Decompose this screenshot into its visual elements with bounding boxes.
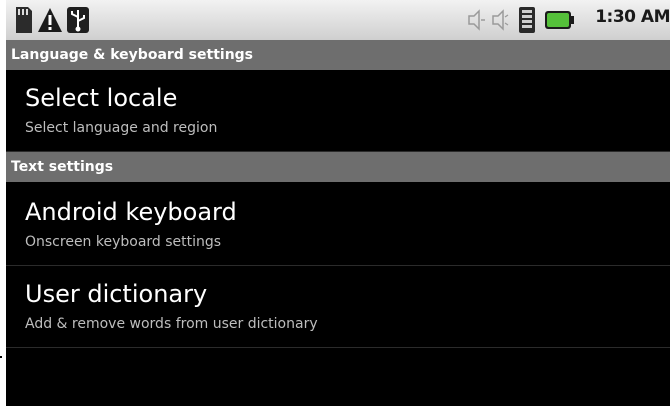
status-time: 1:30 AM xyxy=(595,7,670,27)
section-header-text-settings: Text settings xyxy=(6,152,670,182)
signal-icon xyxy=(519,7,535,33)
warning-icon xyxy=(38,8,62,32)
item-title: Android keyboard xyxy=(25,198,237,226)
item-summary: Onscreen keyboard settings xyxy=(25,234,222,250)
status-bar: 1:30 AM xyxy=(6,0,670,40)
section-header-language-keyboard: Language & keyboard settings xyxy=(6,40,670,70)
item-title: Select locale xyxy=(25,84,178,112)
item-summary: Select language and region xyxy=(25,120,218,136)
item-title: User dictionary xyxy=(25,280,208,308)
usb-icon xyxy=(67,7,89,33)
volume-icon xyxy=(492,9,509,31)
item-summary: Add & remove words from user dictionary xyxy=(25,316,318,332)
volume-icon xyxy=(468,9,485,31)
screen: 1:30 AM Language & keyboard settings Sel… xyxy=(6,0,670,406)
settings-item-user-dictionary[interactable]: User dictionary Add & remove words from … xyxy=(6,266,670,348)
battery-icon xyxy=(545,11,574,29)
settings-item-android-keyboard[interactable]: Android keyboard Onscreen keyboard setti… xyxy=(6,184,670,266)
settings-item-select-locale[interactable]: Select locale Select language and region xyxy=(6,70,670,152)
edge-dot xyxy=(0,356,2,358)
sd-card-icon xyxy=(16,7,32,33)
